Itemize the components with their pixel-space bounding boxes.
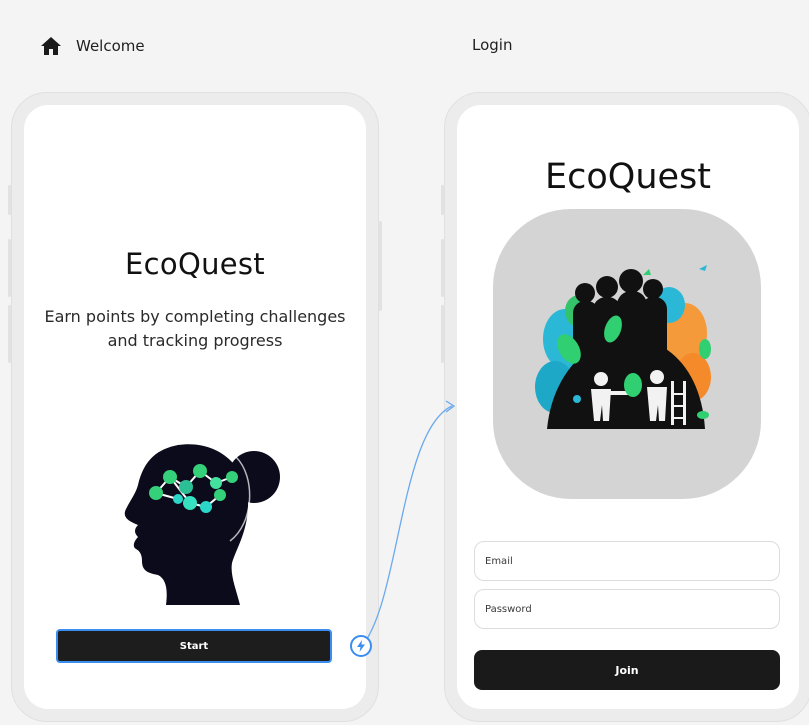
frame-label-welcome-text: Welcome	[76, 37, 145, 55]
frame-label-login-text: Login	[472, 36, 513, 54]
phone-side-button	[8, 305, 11, 363]
welcome-frame[interactable]: EcoQuest Earn points by completing chall…	[8, 92, 382, 722]
prototype-canvas: Welcome Login EcoQuest Earn points by co…	[0, 0, 809, 725]
login-frame[interactable]: EcoQuest Email Join	[441, 92, 809, 722]
phone-side-button	[8, 239, 11, 297]
login-title: EcoQuest	[545, 157, 711, 197]
head-illustration	[108, 437, 288, 607]
phone-side-button	[8, 185, 11, 215]
start-button[interactable]: Start	[56, 629, 332, 663]
phone-side-button	[441, 305, 444, 363]
welcome-title: EcoQuest	[125, 247, 265, 281]
frame-label-welcome[interactable]: Welcome	[40, 36, 145, 56]
welcome-screen: EcoQuest Earn points by completing chall…	[24, 105, 366, 709]
phone-side-button	[379, 221, 382, 311]
welcome-subtitle: Earn points by completing challenges and…	[44, 307, 346, 350]
phone-side-button	[441, 185, 444, 215]
join-button[interactable]: Join	[474, 650, 780, 690]
frame-label-login[interactable]: Login	[472, 36, 512, 54]
login-screen: EcoQuest Email Join	[457, 105, 799, 709]
phone-side-button	[441, 239, 444, 297]
home-icon	[40, 36, 62, 56]
lightning-icon[interactable]	[350, 635, 372, 657]
password-input[interactable]	[474, 589, 780, 629]
community-logo	[493, 209, 761, 499]
email-input[interactable]	[474, 541, 780, 581]
